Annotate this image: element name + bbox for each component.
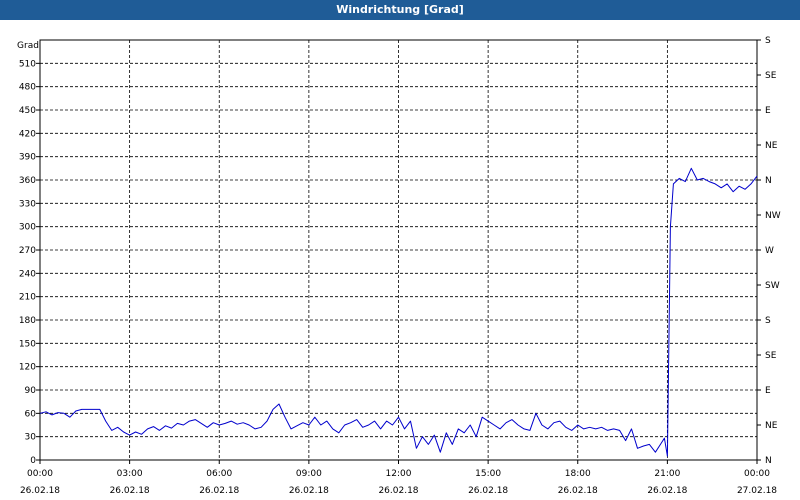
compass-label: W — [765, 246, 774, 256]
compass-label: S — [765, 316, 771, 326]
x-tick-date-label: 26.02.18 — [20, 486, 60, 496]
y-tick-label: 180 — [19, 316, 36, 326]
y-tick-label: 270 — [19, 246, 36, 256]
y-tick-label: 0 — [30, 456, 36, 466]
x-tick-date-label: 26.02.18 — [289, 486, 329, 496]
x-tick-time-label: 18:00 — [565, 469, 591, 479]
x-tick-time-label: 12:00 — [386, 469, 412, 479]
y-tick-label: 510 — [19, 59, 36, 69]
x-tick-date-label: 26.02.18 — [468, 486, 508, 496]
y-axis-label: Grad — [17, 41, 39, 51]
compass-label: SE — [765, 71, 777, 81]
y-tick-label: 90 — [25, 386, 37, 396]
compass-label: NE — [765, 141, 778, 151]
y-tick-label: 420 — [19, 129, 36, 139]
x-tick-time-label: 03:00 — [117, 469, 143, 479]
y-axis-ticks: 0 30 60 90 120 150 180 210 240 270 300 330 360 390 420… — [19, 59, 40, 466]
x-tick-date-label: 26.02.18 — [199, 486, 239, 496]
x-tick-time-label: 06:00 — [206, 469, 232, 479]
y-tick-label: 240 — [19, 269, 36, 279]
y-tick-label: 480 — [19, 83, 36, 93]
x-tick-date-label: 26.02.18 — [378, 486, 418, 496]
y-tick-label: 120 — [19, 363, 36, 373]
x-tick-time-label: 21:00 — [654, 469, 680, 479]
x-tick-time-label: 00:00 — [744, 469, 770, 479]
grid-layer — [40, 40, 757, 460]
compass-label: N — [765, 456, 772, 466]
compass-label: E — [765, 386, 771, 396]
x-tick-date-label: 27.02.18 — [737, 486, 777, 496]
x-tick-time-label: 15:00 — [475, 469, 501, 479]
right-axis-compass: N NE E SE S SW W NW N NE E SE S — [757, 36, 781, 466]
compass-label: E — [765, 106, 771, 116]
compass-label: NE — [765, 421, 778, 431]
y-tick-label: 210 — [19, 293, 36, 303]
compass-label: NW — [765, 211, 781, 221]
y-tick-label: 60 — [25, 409, 37, 419]
x-tick-date-label: 26.02.18 — [558, 486, 598, 496]
y-tick-label: 360 — [19, 176, 36, 186]
y-tick-label: 300 — [19, 223, 36, 233]
wind-direction-chart: 0 30 60 90 120 150 180 210 240 270 300 330 360 390 420… — [17, 36, 781, 496]
x-tick-date-label: 26.02.18 — [647, 486, 687, 496]
x-tick-time-label: 09:00 — [296, 469, 322, 479]
y-tick-label: 30 — [25, 433, 37, 443]
compass-label: SW — [765, 281, 780, 291]
y-tick-label: 390 — [19, 153, 36, 163]
compass-label: S — [765, 36, 771, 46]
x-tick-time-label: 00:00 — [27, 469, 53, 479]
x-axis-ticks: 00:00 26.02.18 03:00 26.02.18 06:00 26.02.18 0… — [20, 460, 777, 496]
x-tick-date-label: 26.02.18 — [110, 486, 150, 496]
y-tick-label: 150 — [19, 339, 36, 349]
compass-label: N — [765, 176, 772, 186]
compass-label: SE — [765, 351, 777, 361]
y-tick-label: 450 — [19, 106, 36, 116]
y-tick-label: 330 — [19, 199, 36, 209]
